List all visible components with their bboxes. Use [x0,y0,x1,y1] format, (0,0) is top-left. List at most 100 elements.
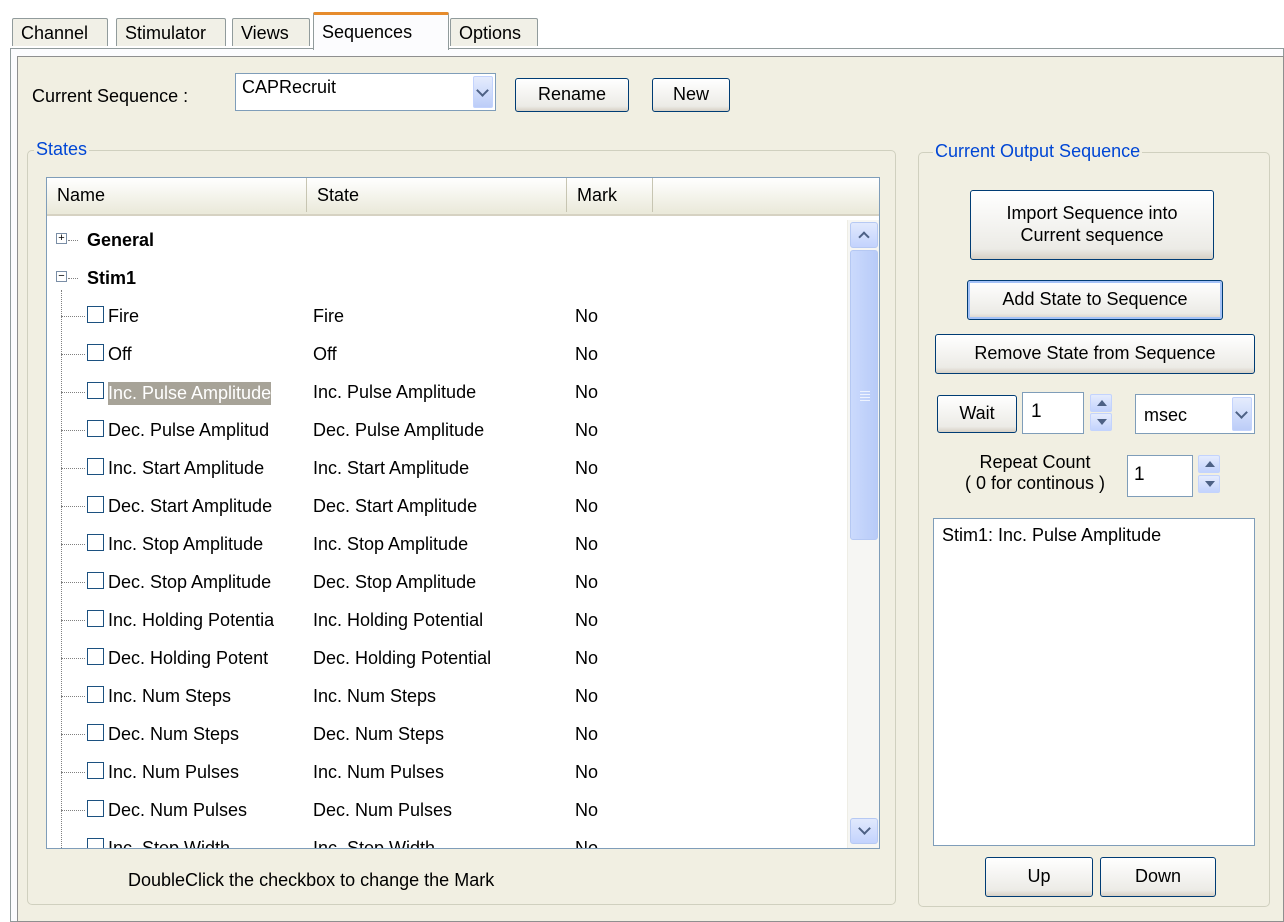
column-header-empty [653,178,879,212]
dropdown-button[interactable] [1232,397,1252,431]
table-row[interactable]: Inc. Holding Potentia Inc. Holding Potent… [47,602,847,640]
tab-options[interactable]: Options [450,18,538,46]
row-checkbox[interactable] [87,382,104,399]
decrement-arrow-icon[interactable] [1090,413,1112,431]
wait-value: 1 [1031,401,1042,422]
states-list[interactable]: Name State Mark + General − Stim1 Fire Fi… [46,177,880,849]
scroll-down-button[interactable] [850,818,878,844]
tree-group-general[interactable]: + General [47,222,847,260]
decrement-arrow-icon[interactable] [1198,475,1220,493]
table-row[interactable]: Off Off No [47,336,847,374]
row-checkbox[interactable] [87,534,104,551]
table-row[interactable]: Dec. Stop Amplitude Dec. Stop Amplitude No [47,564,847,602]
table-row[interactable]: Dec. Holding Potent Dec. Holding Potentia… [47,640,847,678]
increment-arrow-icon[interactable] [1090,394,1112,412]
time-unit-select[interactable]: msec [1135,394,1255,434]
row-checkbox[interactable] [87,610,104,627]
new-button-label: New [672,84,709,105]
row-mark: No [575,534,599,554]
table-row[interactable]: Dec. Start Amplitude Dec. Start Amplitude… [47,488,847,526]
remove-state-button[interactable]: Remove State from Sequence [935,334,1255,374]
chevron-down-icon [1235,406,1248,419]
row-checkbox[interactable] [87,648,104,665]
dropdown-button[interactable] [473,76,493,108]
row-checkbox[interactable] [87,724,104,741]
tab-views[interactable]: Views [232,18,310,46]
group-name: Stim1 [87,268,137,288]
chevron-down-icon [476,84,489,97]
row-state: Dec. Num Pulses [313,800,453,820]
wait-button[interactable]: Wait [937,395,1017,433]
repeat-count-line2: ( 0 for continous ) [964,472,1106,493]
up-label: Up [1027,866,1051,887]
wait-stepper[interactable] [1090,394,1112,432]
column-header-mark[interactable]: Mark [567,178,653,212]
tab-stimulator[interactable]: Stimulator [116,18,226,46]
scroll-up-button[interactable] [850,222,878,248]
add-state-button[interactable]: Add State to Sequence [967,280,1223,320]
current-sequence-select[interactable]: CAPRecruit [235,73,496,111]
scroll-thumb[interactable] [850,250,878,540]
expand-plus-icon[interactable]: + [56,233,67,244]
table-row[interactable]: Fire Fire No [47,298,847,336]
row-state: Dec. Num Steps [313,724,445,744]
mark-hint-text: DoubleClick the checkbox to change the M… [128,870,495,890]
increment-arrow-icon[interactable] [1198,455,1220,473]
row-name: Inc. Num Pulses [108,762,240,782]
row-name: Dec. Num Steps [108,724,240,744]
tree-line [61,354,85,355]
table-row[interactable]: Inc. Num Steps Inc. Num Steps No [47,678,847,716]
row-checkbox[interactable] [87,458,104,475]
vertical-scrollbar[interactable] [847,220,879,848]
table-row[interactable]: Inc. Num Pulses Inc. Num Pulses No [47,754,847,792]
row-checkbox[interactable] [87,572,104,589]
row-checkbox[interactable] [87,344,104,361]
column-header-state[interactable]: State [307,178,567,212]
import-button-line1: Import Sequence into [1006,203,1178,224]
row-state: Inc. Num Pulses [313,762,445,782]
repeat-count-input[interactable]: 1 [1127,455,1193,497]
tree-line [61,810,85,811]
tree-line [61,392,85,393]
import-button-line2: Current sequence [1020,225,1164,245]
down-button[interactable]: Down [1100,857,1216,897]
table-row[interactable]: Dec. Pulse Amplitud Dec. Pulse Amplitude N… [47,412,847,450]
add-state-label: Add State to Sequence [1002,289,1188,310]
row-mark: No [575,686,599,706]
tree-group-stim1[interactable]: − Stim1 [47,260,847,298]
states-group-title: States [34,139,90,160]
table-row[interactable]: Inc. Start Amplitude Inc. Start Amplitude… [47,450,847,488]
repeat-count-stepper[interactable] [1198,455,1220,495]
column-header-name[interactable]: Name [47,178,307,212]
row-mark: No [575,648,599,668]
import-sequence-button[interactable]: Import Sequence into Current sequence [970,190,1214,260]
row-name: Dec. Num Pulses [108,800,248,820]
row-checkbox[interactable] [87,306,104,323]
group-name: General [87,230,155,250]
up-button[interactable]: Up [985,857,1093,897]
table-row[interactable]: Inc. Stop Amplitude Inc. Stop Amplitude No [47,526,847,564]
output-sequence-list[interactable]: Stim1: Inc. Pulse Amplitude [933,518,1255,846]
table-row[interactable]: Dec. Num Pulses Dec. Num Pulses No [47,792,847,830]
row-mark: No [575,572,599,592]
wait-input[interactable]: 1 [1022,392,1084,434]
row-state: Dec. Holding Potential [313,648,492,668]
row-checkbox[interactable] [87,686,104,703]
table-row[interactable]: Dec. Num Steps Dec. Num Steps No [47,716,847,754]
row-checkbox[interactable] [87,420,104,437]
tab-sequences[interactable]: Sequences [313,12,449,50]
row-checkbox[interactable] [87,800,104,817]
new-button[interactable]: New [652,78,730,112]
rename-button[interactable]: Rename [515,78,629,112]
collapse-minus-icon[interactable]: − [56,271,67,282]
row-checkbox[interactable] [87,762,104,779]
row-mark: No [575,762,599,782]
current-sequence-label: Current Sequence : [32,86,189,106]
list-item[interactable]: Stim1: Inc. Pulse Amplitude [942,525,1161,546]
remove-state-label: Remove State from Sequence [974,343,1216,364]
tab-channel[interactable]: Channel [12,18,108,46]
table-row[interactable]: Inc. Pulse Amplitude Inc. Pulse Amplitude… [47,374,847,412]
row-checkbox[interactable] [87,496,104,513]
table-row[interactable]: Inc. Step Width Inc. Step Width No [47,830,847,848]
row-checkbox[interactable] [87,838,104,848]
